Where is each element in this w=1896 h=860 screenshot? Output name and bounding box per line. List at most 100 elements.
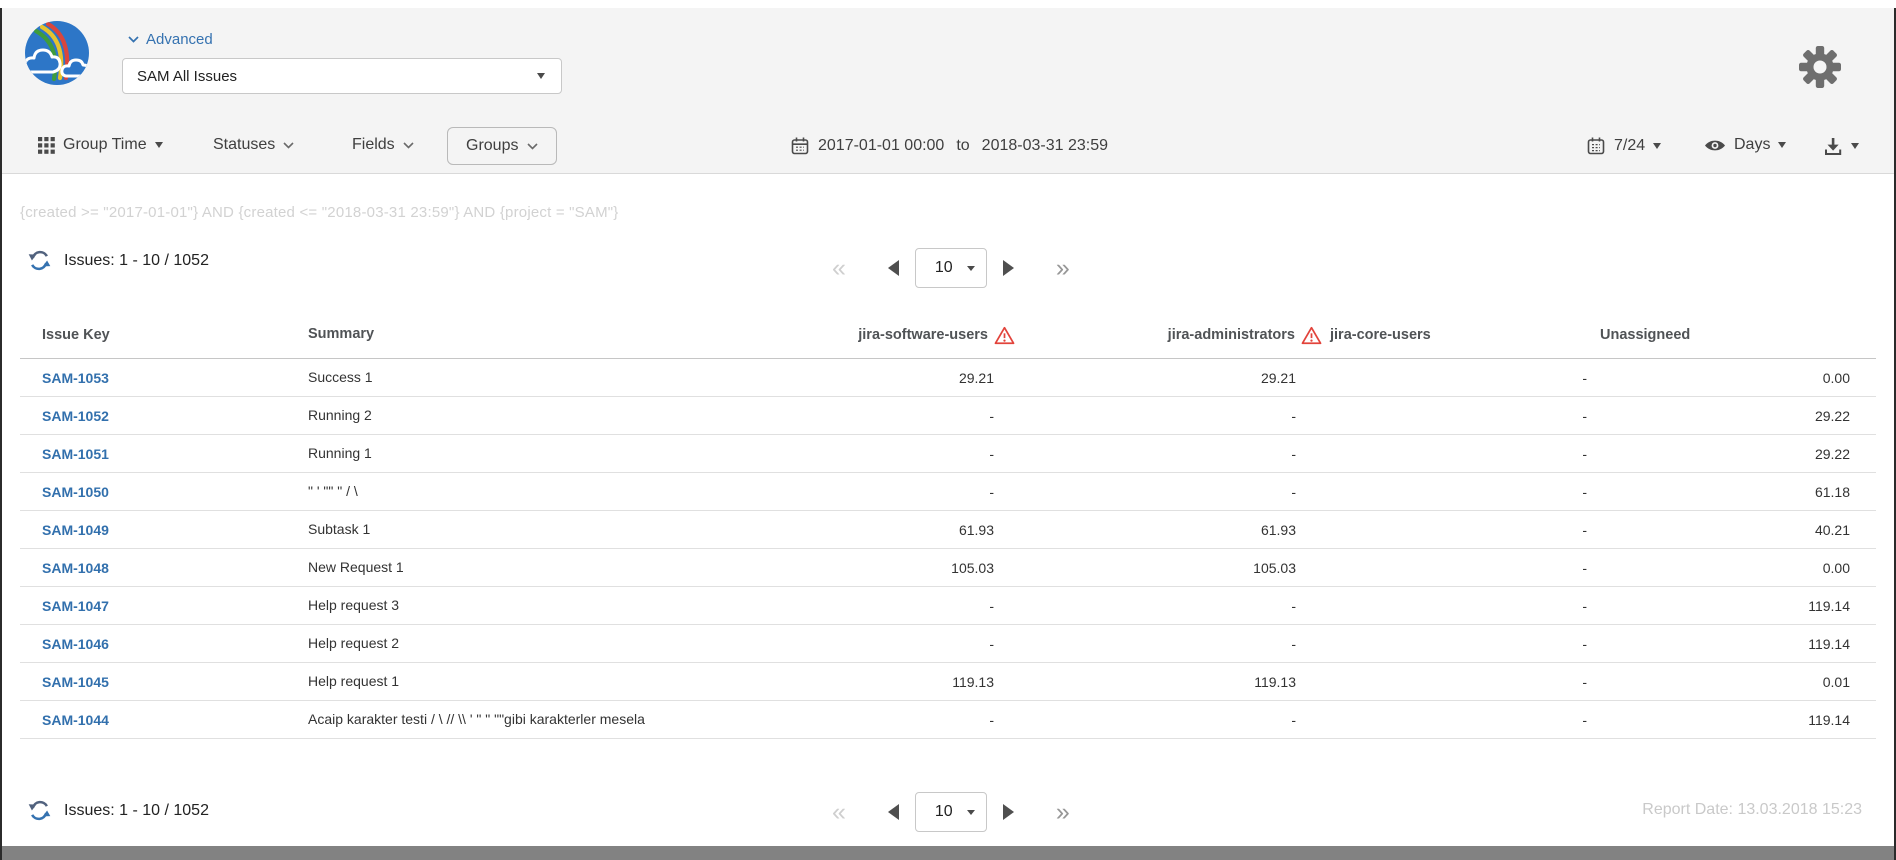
cell-value: - [1330,397,1600,435]
cell-value: - [1015,625,1330,663]
advanced-label: Advanced [146,31,213,48]
cell-value: 119.14 [1600,625,1876,663]
caret-down-icon [155,142,163,148]
issue-summary: Help request 3 [300,587,685,625]
report-date: Report Date: 13.03.2018 15:23 [1642,801,1862,819]
issue-key-link[interactable]: SAM-1045 [42,674,109,690]
pagination-bottom: « 10 » [832,792,1070,832]
calendar-mode-dropdown[interactable]: 7/24 [1586,136,1661,156]
group-time-dropdown[interactable]: Group Time [38,136,163,154]
issue-key-link[interactable]: SAM-1047 [42,598,109,614]
issue-summary: Running 1 [300,435,685,473]
display-unit-dropdown[interactable]: Days [1704,136,1786,154]
issue-key-link[interactable]: SAM-1044 [42,712,109,728]
date-to: 2018-03-31 23:59 [982,137,1108,155]
cell-value: 29.22 [1600,435,1876,473]
issue-summary: Acaip karakter testi / \ // \\ ' " " ""g… [300,701,685,739]
issues-count-label: Issues: 1 - 10 / 1052 [64,802,209,820]
refresh-icon[interactable] [28,799,51,822]
calendar-icon [1586,136,1606,156]
cell-value: - [1330,549,1600,587]
table-row: SAM-1044 Acaip karakter testi / \ // \\ … [20,701,1876,739]
issues-table: Issue Key Summary jira-software-users ji… [20,312,1876,739]
cell-value: 119.14 [1600,701,1876,739]
warning-icon[interactable] [994,326,1015,345]
cell-value: - [1330,435,1600,473]
issues-count-bottom: Issues: 1 - 10 / 1052 [28,799,209,822]
warning-icon[interactable] [1301,326,1322,345]
caret-down-icon [537,73,545,79]
refresh-icon[interactable] [28,249,51,272]
cell-value: - [1330,511,1600,549]
group-time-label: Group Time [63,136,147,154]
table-row: SAM-1052 Running 2 - - - 29.22 [20,397,1876,435]
prev-page-button[interactable] [888,804,899,820]
first-page-button[interactable]: « [832,800,846,825]
statuses-dropdown[interactable]: Statuses [213,136,294,154]
prev-page-button[interactable] [888,260,899,276]
issue-key-link[interactable]: SAM-1049 [42,522,109,538]
saved-filter-select[interactable]: SAM All Issues [122,58,562,94]
jql-query-text: {created >= "2017-01-01"} AND {created <… [20,204,619,221]
last-page-button[interactable]: » [1056,256,1070,281]
gear-icon[interactable] [1799,46,1841,88]
col-unassigned: Unassigneed [1600,312,1876,359]
table-row: SAM-1050 " ' "" " / \ - - - 61.18 [20,473,1876,511]
first-page-button[interactable]: « [832,256,846,281]
cell-value: 119.13 [685,663,1015,701]
cell-value: 119.13 [1015,663,1330,701]
issue-summary: Success 1 [300,359,685,397]
issue-key-link[interactable]: SAM-1051 [42,446,109,462]
groups-dropdown-button[interactable]: Groups [447,127,557,165]
table-row: SAM-1045 Help request 1 119.13 119.13 - … [20,663,1876,701]
issue-summary: Running 2 [300,397,685,435]
last-page-button[interactable]: » [1056,800,1070,825]
col-label: jira-software-users [858,327,988,343]
issues-count-top: Issues: 1 - 10 / 1052 [28,249,209,272]
caret-down-icon [967,810,975,815]
calendar-mode-label: 7/24 [1614,137,1645,155]
issue-key-link[interactable]: SAM-1048 [42,560,109,576]
cell-value: - [1015,435,1330,473]
date-range-control[interactable]: 2017-01-01 00:00 to 2018-03-31 23:59 [790,136,1108,156]
download-icon [1823,136,1843,156]
issue-key-link[interactable]: SAM-1053 [42,370,109,386]
export-dropdown[interactable] [1823,136,1859,156]
issue-summary: " ' "" " / \ [300,473,685,511]
cell-value: 105.03 [1015,549,1330,587]
cell-value: 0.01 [1600,663,1876,701]
advanced-toggle[interactable]: Advanced [128,31,213,48]
app-page: Advanced SAM All Issues Group Time [0,0,1896,860]
cell-value: 119.14 [1600,587,1876,625]
fields-label: Fields [352,136,395,154]
cell-value: 29.22 [1600,397,1876,435]
table-row: SAM-1047 Help request 3 - - - 119.14 [20,587,1876,625]
cell-value: - [1330,359,1600,397]
cell-value: 29.21 [1015,359,1330,397]
table-row: SAM-1046 Help request 2 - - - 119.14 [20,625,1876,663]
chevron-down-icon [283,142,294,149]
window-left-edge [0,8,2,860]
issue-key-link[interactable]: SAM-1052 [42,408,109,424]
groups-label: Groups [466,137,518,155]
chevron-down-icon [128,36,139,43]
page-size-select[interactable]: 10 [915,248,987,288]
cell-value: 105.03 [685,549,1015,587]
cell-value: - [1015,473,1330,511]
cell-value: 0.00 [1600,549,1876,587]
next-page-button[interactable] [1003,260,1014,276]
table-header-row: Issue Key Summary jira-software-users ji… [20,312,1876,359]
page-size-select[interactable]: 10 [915,792,987,832]
eye-icon [1704,138,1726,153]
cell-value: 40.21 [1600,511,1876,549]
cell-value: - [685,435,1015,473]
issue-key-link[interactable]: SAM-1050 [42,484,109,500]
display-unit-label: Days [1734,136,1770,154]
issue-key-link[interactable]: SAM-1046 [42,636,109,652]
grid-icon [38,137,55,154]
cell-value: 61.93 [685,511,1015,549]
table-row: SAM-1051 Running 1 - - - 29.22 [20,435,1876,473]
next-page-button[interactable] [1003,804,1014,820]
fields-dropdown[interactable]: Fields [352,136,414,154]
date-from: 2017-01-01 00:00 [818,137,944,155]
